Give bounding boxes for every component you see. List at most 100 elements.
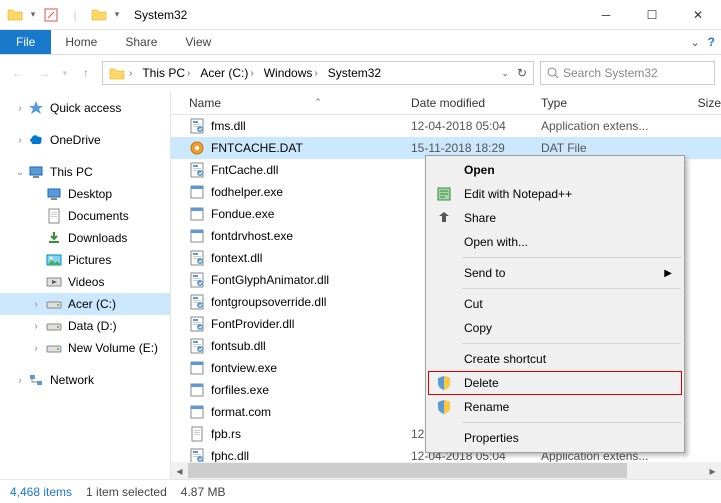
nav-bar: ← → ▾ ↑ › This PC› Acer (C:)› Windows› S…	[0, 55, 721, 91]
search-input[interactable]: Search System32	[540, 61, 715, 85]
menu-rename[interactable]: Rename	[428, 395, 682, 419]
nav-network[interactable]: ›Network	[0, 369, 170, 391]
ribbon-right-icons: ⌄ ?	[690, 30, 721, 54]
qat-properties-icon[interactable]	[40, 4, 62, 26]
menu-send-to[interactable]: Send to▶	[428, 261, 682, 285]
forward-button[interactable]: →	[32, 61, 56, 85]
menu-separator	[462, 288, 681, 289]
documents-icon	[46, 208, 62, 224]
sort-arrow-icon: ⌃	[314, 97, 322, 108]
address-dropdown-icon[interactable]: ⌄	[497, 68, 513, 79]
help-icon[interactable]: ?	[708, 35, 715, 49]
nav-acer-c[interactable]: ›Acer (C:)	[0, 293, 170, 315]
crumb-windows[interactable]: Windows›	[260, 62, 324, 84]
refresh-icon[interactable]: ↻	[513, 66, 531, 80]
nav-downloads[interactable]: Downloads	[0, 227, 170, 249]
file-date: 12-04-2018 05:04	[411, 119, 541, 133]
file-name: FntCache.dll	[211, 163, 278, 177]
qat-folder-icon-2[interactable]	[88, 4, 110, 26]
recent-dropdown[interactable]: ▾	[58, 61, 72, 85]
crumb-thispc[interactable]: This PC›	[138, 62, 196, 84]
shield-icon	[436, 399, 452, 415]
context-menu: Open Edit with Notepad++ Share Open with…	[425, 155, 685, 453]
quick-access-toolbar: ▾ | ▾	[0, 4, 126, 26]
horizontal-scrollbar[interactable]: ◂ ▸	[171, 462, 721, 479]
file-date: 15-11-2018 18:29	[411, 141, 541, 155]
qat-dropdown-2[interactable]: ▾	[112, 4, 122, 26]
menu-edit-notepad[interactable]: Edit with Notepad++	[428, 182, 682, 206]
menu-delete[interactable]: Delete	[428, 371, 682, 395]
file-icon	[189, 294, 205, 310]
status-size: 4.87 MB	[181, 485, 226, 499]
address-bar[interactable]: › This PC› Acer (C:)› Windows› System32 …	[102, 61, 534, 85]
nav-pictures[interactable]: Pictures	[0, 249, 170, 271]
status-selected: 1 item selected	[86, 485, 167, 499]
nav-onedrive[interactable]: ›OneDrive	[0, 129, 170, 151]
close-button[interactable]: ✕	[675, 0, 721, 30]
tab-home[interactable]: Home	[51, 30, 111, 54]
file-name: fontgroupsoverride.dll	[211, 295, 326, 309]
menu-open-with[interactable]: Open with...	[428, 230, 682, 254]
file-icon	[189, 272, 205, 288]
column-name[interactable]: Name⌃	[171, 96, 411, 110]
menu-copy[interactable]: Copy	[428, 316, 682, 340]
back-button[interactable]: ←	[6, 61, 30, 85]
minimize-button[interactable]: ─	[583, 0, 629, 30]
crumb-acer[interactable]: Acer (C:)›	[196, 62, 259, 84]
file-name: fms.dll	[211, 119, 246, 133]
ribbon: File Home Share View ⌄ ?	[0, 30, 721, 55]
menu-share[interactable]: Share	[428, 206, 682, 230]
search-icon	[547, 67, 559, 79]
menu-open[interactable]: Open	[428, 158, 682, 182]
expand-ribbon-icon[interactable]: ⌄	[690, 36, 699, 49]
nav-documents[interactable]: Documents	[0, 205, 170, 227]
window-controls: ─ ☐ ✕	[583, 0, 721, 30]
crumb-root[interactable]: ›	[105, 62, 138, 84]
file-icon	[189, 448, 205, 462]
file-tab[interactable]: File	[0, 30, 51, 54]
menu-properties[interactable]: Properties	[428, 426, 682, 450]
share-icon	[436, 210, 452, 226]
file-name: fontsub.dll	[211, 339, 266, 353]
tab-share[interactable]: Share	[111, 30, 171, 54]
scroll-right-button[interactable]: ▸	[704, 462, 721, 479]
scroll-track[interactable]	[188, 462, 704, 479]
drive-icon	[46, 296, 62, 312]
column-type[interactable]: Type	[541, 96, 671, 110]
navigation-pane: ›Quick access ›OneDrive ⌄This PC Desktop…	[0, 91, 171, 479]
qat-folder-icon[interactable]	[4, 4, 26, 26]
menu-cut[interactable]: Cut	[428, 292, 682, 316]
nav-quick-access[interactable]: ›Quick access	[0, 97, 170, 119]
tab-view[interactable]: View	[171, 30, 225, 54]
scroll-left-button[interactable]: ◂	[171, 462, 188, 479]
nav-thispc[interactable]: ⌄This PC	[0, 161, 170, 183]
file-name: FNTCACHE.DAT	[211, 141, 303, 155]
nav-data-d[interactable]: ›Data (D:)	[0, 315, 170, 337]
file-icon	[189, 184, 205, 200]
desktop-icon	[46, 186, 62, 202]
nav-videos[interactable]: Videos	[0, 271, 170, 293]
file-name: fontext.dll	[211, 251, 262, 265]
file-icon	[189, 140, 205, 156]
maximize-button[interactable]: ☐	[629, 0, 675, 30]
menu-separator	[462, 422, 681, 423]
file-name: fontview.exe	[211, 361, 277, 375]
qat-dropdown[interactable]: ▾	[28, 4, 38, 26]
up-button[interactable]: ↑	[74, 61, 98, 85]
file-row[interactable]: fms.dll12-04-2018 05:04Application exten…	[171, 115, 721, 137]
crumb-system32[interactable]: System32	[324, 62, 385, 84]
menu-create-shortcut[interactable]: Create shortcut	[428, 347, 682, 371]
file-name: fontdrvhost.exe	[211, 229, 293, 243]
file-icon	[189, 162, 205, 178]
column-date[interactable]: Date modified	[411, 96, 541, 110]
qat-divider: |	[64, 4, 86, 26]
pictures-icon	[46, 252, 62, 268]
file-icon	[189, 382, 205, 398]
scroll-thumb[interactable]	[188, 463, 627, 478]
nav-arrows: ← → ▾ ↑	[6, 61, 98, 85]
file-icon	[189, 206, 205, 222]
column-size[interactable]: Size	[671, 96, 721, 110]
nav-desktop[interactable]: Desktop	[0, 183, 170, 205]
drive-icon	[46, 318, 62, 334]
nav-newvol-e[interactable]: ›New Volume (E:)	[0, 337, 170, 359]
